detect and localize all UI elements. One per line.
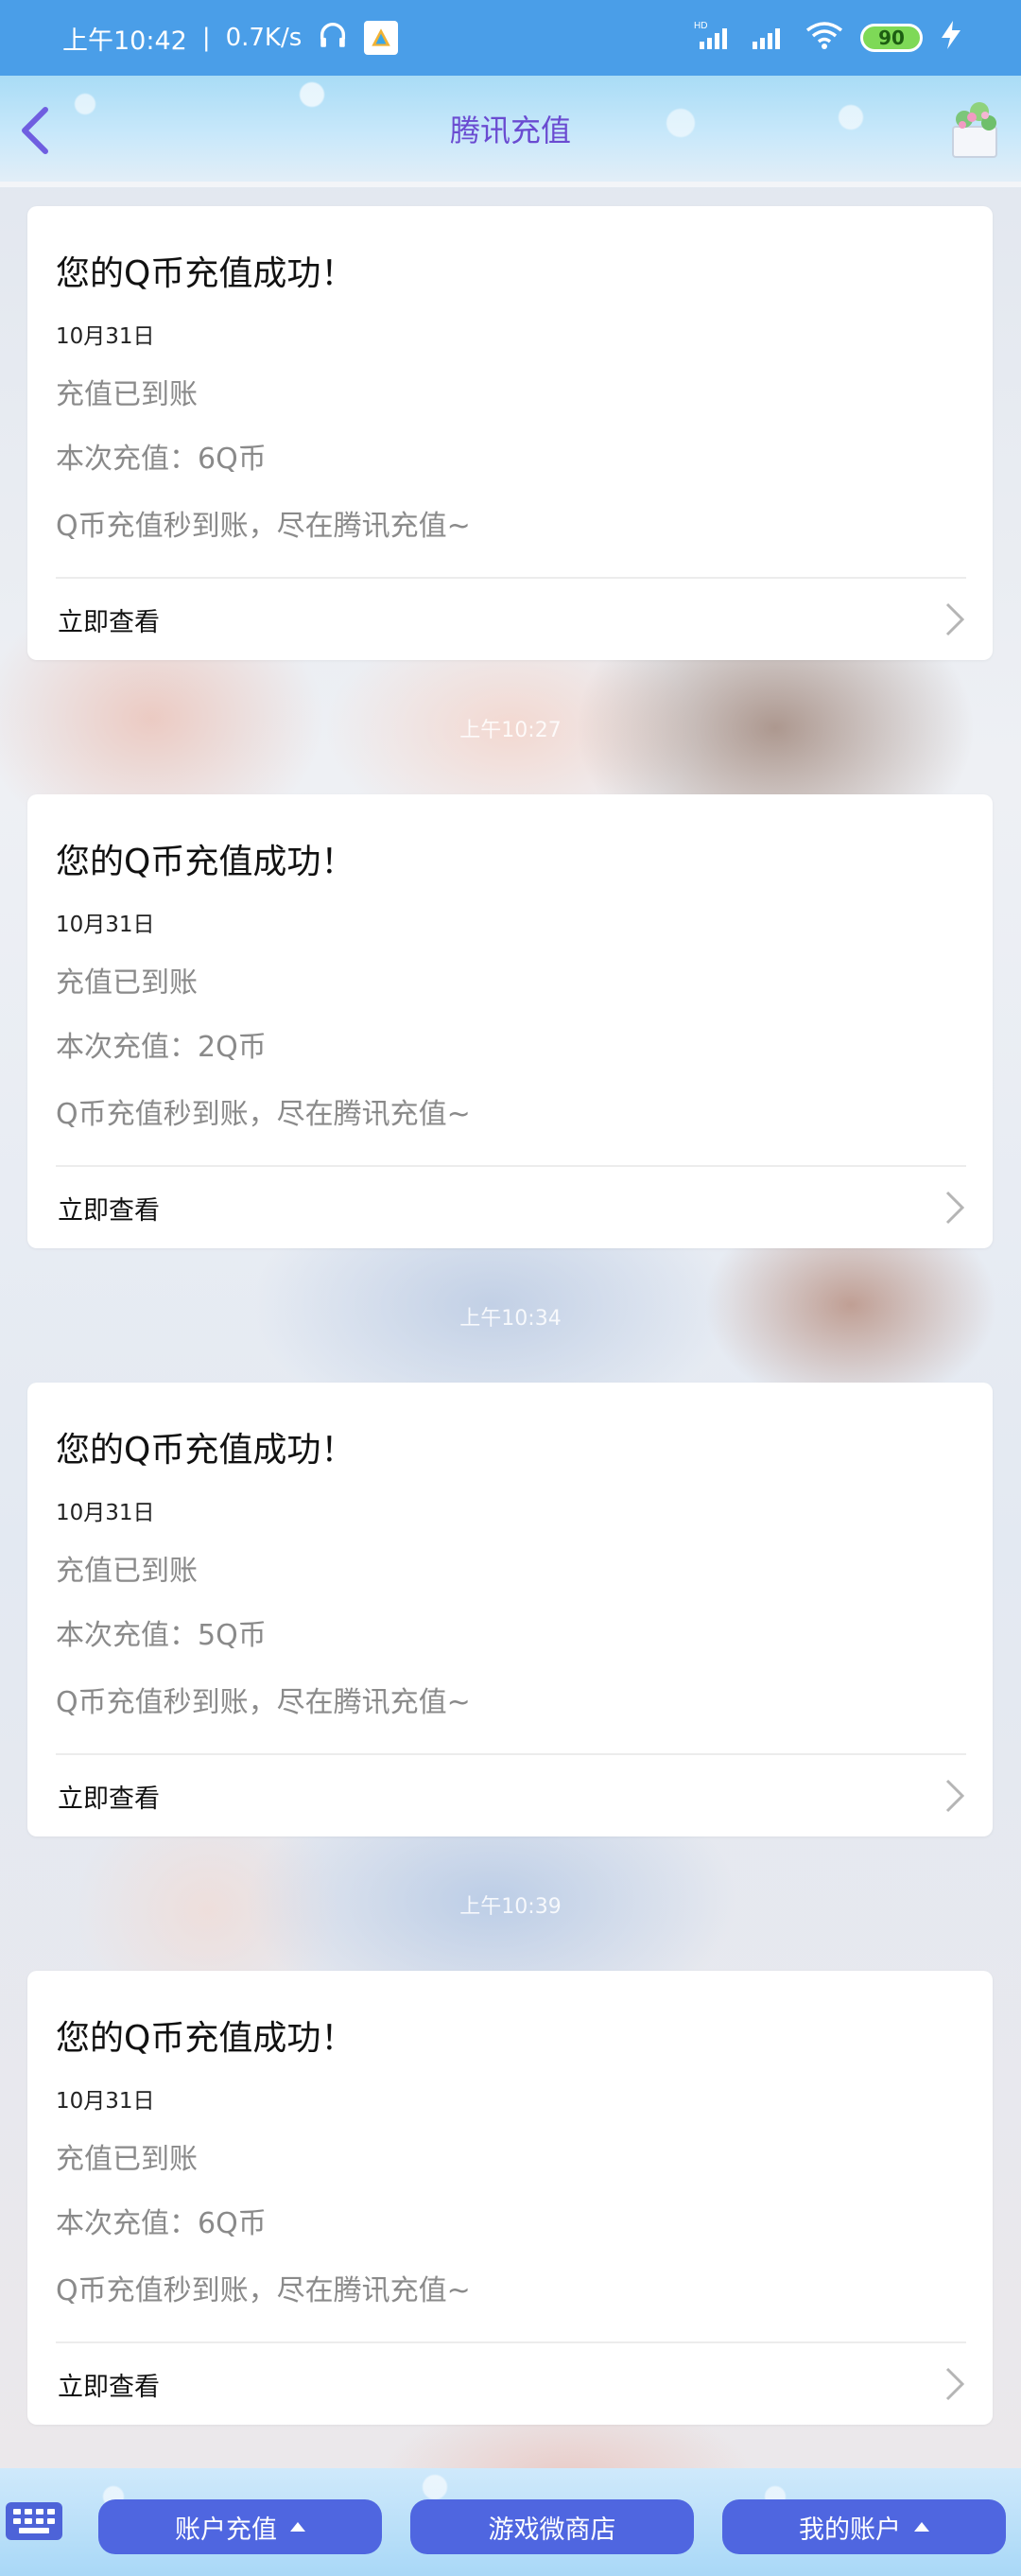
keyboard-toggle-icon[interactable] [6, 2502, 62, 2540]
message-date: 10月31日 [56, 2089, 155, 2114]
view-now-link[interactable]: 立即查看 [27, 2343, 993, 2425]
menu-account-recharge-button[interactable]: 账户充值 [98, 2499, 382, 2554]
message-card: 您的Q币充值成功！ 10月31日 充值已到账 本次充值：5Q币 Q币充值秒到账，… [27, 1383, 993, 1836]
network-type-label: HD [694, 21, 707, 31]
wifi-icon [804, 19, 845, 58]
back-button[interactable] [11, 102, 59, 159]
view-now-link[interactable]: 立即查看 [27, 1167, 993, 1248]
bottom-menu-bar: 账户充值 游戏微商店 我的账户 [0, 2468, 1021, 2576]
message-title: 您的Q币充值成功！ [56, 254, 355, 293]
message-date: 10月31日 [56, 913, 155, 937]
view-now-link[interactable]: 立即查看 [27, 579, 993, 660]
message-status: 充值已到账 [56, 2143, 198, 2176]
message-status: 充值已到账 [56, 1555, 198, 1588]
message-amount: 本次充值：6Q币 [56, 2207, 267, 2240]
message-timestamp: 上午10:39 [459, 1895, 562, 1919]
page-title: 腾讯充值 [449, 113, 571, 148]
view-now-link[interactable]: 立即查看 [27, 1755, 993, 1836]
status-time: 上午10:42 [62, 26, 187, 56]
app-notification-icon [364, 21, 399, 55]
message-title: 您的Q币充值成功！ [56, 843, 355, 881]
status-bar: 上午10:42 | 0.7K/s HD 90 [0, 0, 1021, 76]
message-date: 10月31日 [56, 1501, 155, 1525]
menu-label: 我的账户 [799, 2515, 901, 2545]
message-promo: Q币充值秒到账，尽在腾讯充值~ [56, 1686, 471, 1719]
chevron-right-icon [945, 1191, 965, 1225]
network-speed: 0.7K/s [225, 24, 303, 52]
status-separator: | [201, 24, 211, 52]
message-promo: Q币充值秒到账，尽在腾讯充值~ [56, 2274, 471, 2307]
message-amount: 本次充值：6Q币 [56, 443, 267, 476]
menu-label: 账户充值 [175, 2515, 277, 2545]
menu-label: 游戏微商店 [488, 2515, 616, 2545]
caret-up-icon [290, 2522, 305, 2532]
menu-my-account-button[interactable]: 我的账户 [722, 2499, 1006, 2554]
message-promo: Q币充值秒到账，尽在腾讯充值~ [56, 1098, 471, 1131]
cellular-signal-2-icon [751, 19, 788, 58]
battery-indicator: 90 [860, 24, 923, 52]
message-promo: Q币充值秒到账，尽在腾讯充值~ [56, 510, 471, 543]
message-date: 10月31日 [56, 324, 155, 349]
message-amount: 本次充值：2Q币 [56, 1031, 267, 1064]
message-card: 您的Q币充值成功！ 10月31日 充值已到账 本次充值：2Q币 Q币充值秒到账，… [27, 794, 993, 1248]
message-status: 充值已到账 [56, 378, 198, 411]
headphones-icon [317, 19, 349, 58]
message-amount: 本次充值：5Q币 [56, 1619, 267, 1652]
message-timestamp: 上午10:34 [459, 1307, 562, 1331]
cellular-signal-icon: HD [694, 19, 735, 58]
message-title: 您的Q币充值成功！ [56, 1431, 355, 1470]
page-header: 腾讯充值 [0, 76, 1021, 187]
message-status: 充值已到账 [56, 966, 198, 1000]
message-card: 您的Q币充值成功！ 10月31日 充值已到账 本次充值：6Q币 Q币充值秒到账，… [27, 1971, 993, 2425]
message-card: 您的Q币充值成功！ 10月31日 充值已到账 本次充值：6Q币 Q币充值秒到账，… [27, 206, 993, 660]
flower-pot-icon[interactable] [943, 98, 1006, 161]
message-title: 您的Q币充值成功！ [56, 2019, 355, 2058]
view-now-label: 立即查看 [58, 2372, 160, 2402]
chevron-right-icon [945, 2367, 965, 2401]
chevron-right-icon [945, 1779, 965, 1813]
chevron-left-icon [22, 107, 48, 154]
view-now-label: 立即查看 [58, 1784, 160, 1814]
message-timestamp: 上午10:27 [459, 719, 562, 742]
caret-up-icon [914, 2522, 929, 2532]
chevron-right-icon [945, 602, 965, 636]
charging-icon [938, 19, 964, 58]
view-now-label: 立即查看 [58, 607, 160, 637]
menu-game-shop-button[interactable]: 游戏微商店 [410, 2499, 694, 2554]
view-now-label: 立即查看 [58, 1195, 160, 1226]
